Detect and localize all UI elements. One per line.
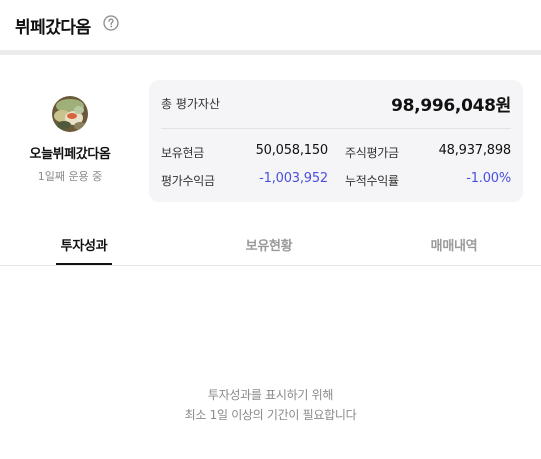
active-tab-indicator — [56, 263, 112, 265]
cash-value: 50,058,150 — [255, 143, 329, 158]
section-divider — [0, 50, 541, 55]
empty-state-line2: 최소 1일 이상의 기간이 필요합니다 — [184, 408, 357, 422]
asset-summary-card: 총 평가자산 98,996,048원 보유현금 50,058,150 주식평가금… — [149, 80, 523, 202]
empty-state-line1: 투자성과를 표시하기 위해 — [207, 388, 334, 402]
profile-name: 오늘뷔페갔다옴 — [29, 147, 111, 162]
stock-eval-label: 주식평가금 — [345, 146, 399, 160]
tab-performance[interactable]: 투자성과 — [44, 235, 124, 254]
page-title: 뷔페갔다옴 — [15, 18, 91, 38]
tab-trade-history[interactable]: 매매내역 — [414, 235, 494, 254]
tab-bar: 투자성과 보유현황 매매내역 — [0, 225, 541, 266]
profile-subtitle: 1일째 운용 중 — [37, 170, 103, 183]
profit-value: -1,003,952 — [259, 171, 328, 186]
profit-label: 평가수익금 — [161, 174, 215, 188]
avatar — [52, 96, 88, 132]
cumulative-return-label: 누적수익률 — [345, 174, 399, 188]
total-asset-row: 총 평가자산 98,996,048원 — [161, 80, 511, 129]
cash-label: 보유현금 — [161, 146, 204, 160]
tab-holdings[interactable]: 보유현황 — [229, 235, 309, 254]
total-asset-value: 98,996,048원 — [391, 96, 511, 116]
stock-eval-value: 48,937,898 — [438, 143, 512, 158]
header: 뷔페갔다옴 — [0, 0, 541, 50]
app-root: 뷔페갔다옴 오늘뷔페갔다옴 1일째 운용 중 총 평가자산 98,996,048… — [0, 0, 541, 459]
question-circle-icon[interactable] — [103, 15, 119, 31]
total-asset-label: 총 평가자산 — [161, 97, 221, 111]
cumulative-return-value: -1.00% — [466, 171, 511, 186]
